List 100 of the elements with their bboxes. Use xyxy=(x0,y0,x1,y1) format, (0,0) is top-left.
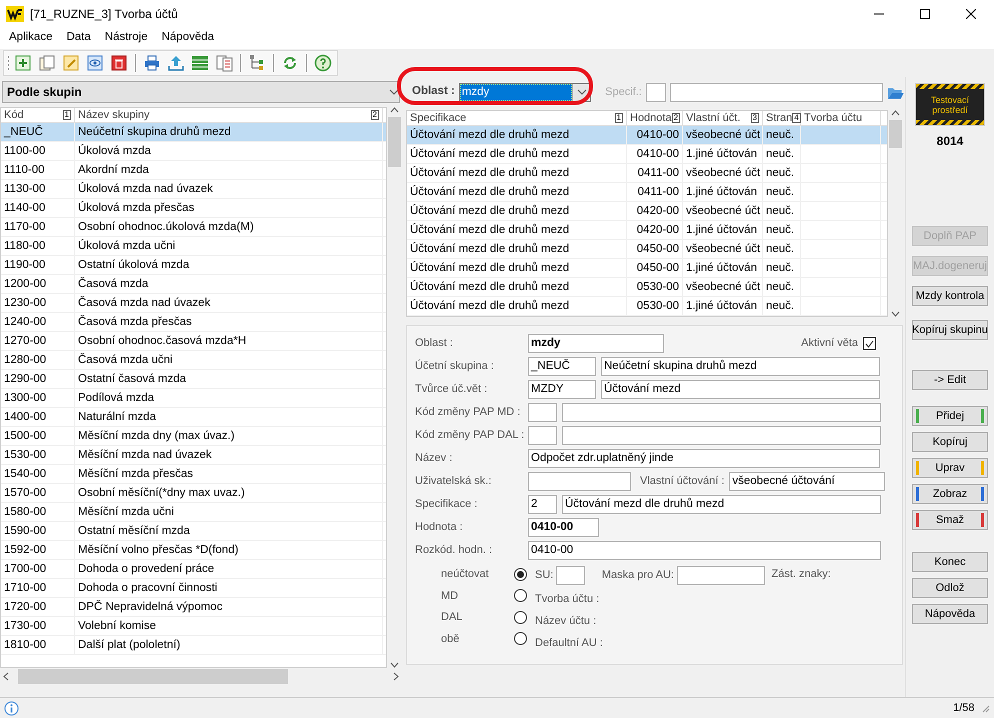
table-row[interactable]: 1240-00 Časová mzda přesčas xyxy=(1,313,386,332)
column-header[interactable]: Hodnota xyxy=(630,110,672,126)
check-icon xyxy=(865,340,874,348)
column-header[interactable]: Stran xyxy=(766,110,792,126)
table-row[interactable]: Účtování mezd dle druhů mezd 0450-00 1.jiné účtován neuč. xyxy=(407,259,887,278)
input-field[interactable] xyxy=(562,403,881,422)
input-field[interactable] xyxy=(556,566,586,585)
table-row[interactable]: Účtování mezd dle druhů mezd 0420-00 všeobecné účt neuč. xyxy=(407,202,887,221)
action-button[interactable]: Přidej xyxy=(912,406,988,426)
table-row[interactable]: 1230-00 Časová mzda nad úvazek xyxy=(1,294,386,313)
table-cell: neuč. xyxy=(763,258,801,278)
area-dropdown[interactable]: mzdy xyxy=(458,82,592,102)
table-row[interactable]: Účtování mezd dle druhů mezd 0530-00 všeobecné účt neuč. xyxy=(407,278,887,297)
table-row[interactable]: 1570-00 Osobní měsíční(*dny max uvaz.) xyxy=(1,484,386,503)
menu-item[interactable]: Data xyxy=(59,29,98,47)
action-button[interactable]: Kopíruj skupinu xyxy=(912,320,988,340)
table-row[interactable]: 1530-00 Měsíční mzda nad úvazek xyxy=(1,446,386,465)
table-row[interactable]: Účtování mezd dle druhů mezd 0530-00 1.jiné účtován neuč. xyxy=(407,297,887,316)
table-row[interactable]: 1100-00 Úkolová mzda xyxy=(1,142,386,161)
table-row[interactable]: 1730-00 Volební komise xyxy=(1,617,386,636)
field-label: Název účtu : xyxy=(535,614,598,629)
scrollbar-thumb[interactable] xyxy=(388,117,401,167)
input-field[interactable] xyxy=(676,566,765,585)
input-field[interactable]: _NEUČ xyxy=(528,357,596,376)
checkbox[interactable] xyxy=(863,337,876,350)
column-header[interactable]: Název skupiny xyxy=(78,108,150,124)
table-row[interactable]: 1590-00 Ostatní měsíční mzda xyxy=(1,522,386,541)
input-field[interactable]: Neúčetní skupina druhů mezd xyxy=(601,357,880,376)
table-row[interactable]: 1170-00 Osobní ohodnoc.úkolová mzda(M) xyxy=(1,218,386,237)
action-button[interactable]: Nápověda xyxy=(912,604,988,624)
input-field[interactable]: Účtování mezd dle druhů mezd xyxy=(562,495,881,514)
table-cell: Úkolová mzda učni xyxy=(75,236,383,256)
scrollbar-thumb[interactable] xyxy=(18,669,288,684)
table-row[interactable]: 1270-00 Osobní ohodnoc.časová mzda*H xyxy=(1,332,386,351)
scrollbar-thumb[interactable] xyxy=(889,120,902,148)
input-field[interactable]: Účtování mezd xyxy=(601,380,880,399)
table-cell: DPČ Nepravidelná výpomoc xyxy=(75,598,383,616)
table-row[interactable]: 1592-00 Měsíční volno přesčas *D(fond) xyxy=(1,541,386,560)
table-row[interactable]: 1110-00 Akordní mzda xyxy=(1,161,386,180)
menu-item[interactable]: Nástroje xyxy=(98,29,155,47)
table-row[interactable]: 1810-00 Další plat (pololetní) xyxy=(1,636,386,655)
table-cell: 1230-00 xyxy=(1,294,75,312)
table-row[interactable]: 1200-00 Časová mzda xyxy=(1,275,386,294)
input-field[interactable]: Odpočet zdr.uplatněný jinde xyxy=(528,449,880,468)
menu-item[interactable]: Aplikace xyxy=(2,29,60,47)
action-button[interactable]: Smaž xyxy=(912,510,988,530)
column-header[interactable]: Specifikace xyxy=(410,110,466,126)
action-button[interactable]: Uprav xyxy=(912,458,988,478)
input-field[interactable]: mzdy xyxy=(528,334,664,353)
radio-button[interactable] xyxy=(514,610,527,624)
table-cell: 1190-00 xyxy=(1,256,75,274)
table-row[interactable]: Účtování mezd dle druhů mezd 0410-00 všeobecné účt neuč. xyxy=(407,126,887,145)
table-row[interactable]: _NEUČ Neúčetní skupina druhů mezd xyxy=(1,123,386,142)
action-button[interactable]: Zobraz xyxy=(912,484,988,504)
group-dropdown[interactable]: Podle skupin xyxy=(2,81,400,103)
table-row[interactable]: Účtování mezd dle druhů mezd 0420-00 1.jiné účtován neuč. xyxy=(407,221,887,240)
table-row[interactable]: Účtování mezd dle druhů mezd 0411-00 všeobecné účt neuč. xyxy=(407,164,887,183)
action-button[interactable]: Mzdy kontrola xyxy=(912,286,988,306)
help-button[interactable] xyxy=(312,52,334,74)
column-header[interactable]: Kód xyxy=(4,108,24,124)
action-button[interactable]: Kopíruj xyxy=(912,432,988,452)
environment-badge: Testovací prostředí xyxy=(915,83,985,126)
radio-button[interactable] xyxy=(514,568,527,581)
action-button[interactable]: Konec xyxy=(912,552,988,572)
table-row[interactable]: 1130-00 Úkolová mzda nad úvazek xyxy=(1,180,386,199)
menu-item[interactable]: Nápověda xyxy=(154,29,222,47)
table-row[interactable]: 1500-00 Měsíční mzda dny (max úvaz.) xyxy=(1,427,386,446)
table-row[interactable]: 1710-00 Dohoda o pracovní činnosti xyxy=(1,579,386,598)
input-field[interactable]: 0410-00 xyxy=(528,541,881,560)
action-button[interactable]: -> Edit xyxy=(912,370,988,390)
table-row[interactable]: 1580-00 Měsíční mzda učni xyxy=(1,503,386,522)
input-field[interactable] xyxy=(528,403,557,422)
table-row[interactable]: 1400-00 Naturální mzda xyxy=(1,408,386,427)
input-field[interactable] xyxy=(670,82,884,102)
action-button[interactable]: Odlož xyxy=(912,578,988,598)
table-row[interactable]: Účtování mezd dle druhů mezd 0410-00 1.jiné účtován neuč. xyxy=(407,145,887,164)
input-field[interactable]: MZDY xyxy=(528,380,596,399)
column-header[interactable]: Tvorba účtu xyxy=(804,110,862,126)
input-field[interactable] xyxy=(646,82,666,102)
table-row[interactable]: 1190-00 Ostatní úkolová mzda xyxy=(1,256,386,275)
input-field[interactable] xyxy=(528,472,631,491)
input-field[interactable]: 2 xyxy=(528,495,557,514)
table-row[interactable]: 1700-00 Dohoda o provedení práce xyxy=(1,560,386,579)
input-field[interactable] xyxy=(562,426,881,445)
table-row[interactable]: 1280-00 Časová mzda učni xyxy=(1,351,386,370)
radio-button[interactable] xyxy=(514,589,527,602)
table-row[interactable]: 1290-00 Ostatní časová mzda xyxy=(1,370,386,389)
table-row[interactable]: Účtování mezd dle druhů mezd 0411-00 1.jiné účtován neuč. xyxy=(407,183,887,202)
column-header[interactable]: Vlastní účt. xyxy=(686,110,740,126)
table-row[interactable]: 1540-00 Měsíční mzda přesčas xyxy=(1,465,386,484)
input-field[interactable] xyxy=(528,426,557,445)
table-row[interactable]: Účtování mezd dle druhů mezd 0450-00 všeobecné účt neuč. xyxy=(407,240,887,259)
table-row[interactable]: 1140-00 Úkolová mzda přesčas xyxy=(1,199,386,218)
table-row[interactable]: 1180-00 Úkolová mzda učni xyxy=(1,237,386,256)
input-field[interactable]: všeobecné účtování xyxy=(729,472,886,491)
table-row[interactable]: 1300-00 Podílová mzda xyxy=(1,389,386,408)
input-field[interactable]: 0410-00 xyxy=(528,518,599,537)
table-row[interactable]: 1720-00 DPČ Nepravidelná výpomoc xyxy=(1,598,386,617)
radio-button[interactable] xyxy=(514,632,527,646)
radio-label: obě xyxy=(441,632,460,646)
